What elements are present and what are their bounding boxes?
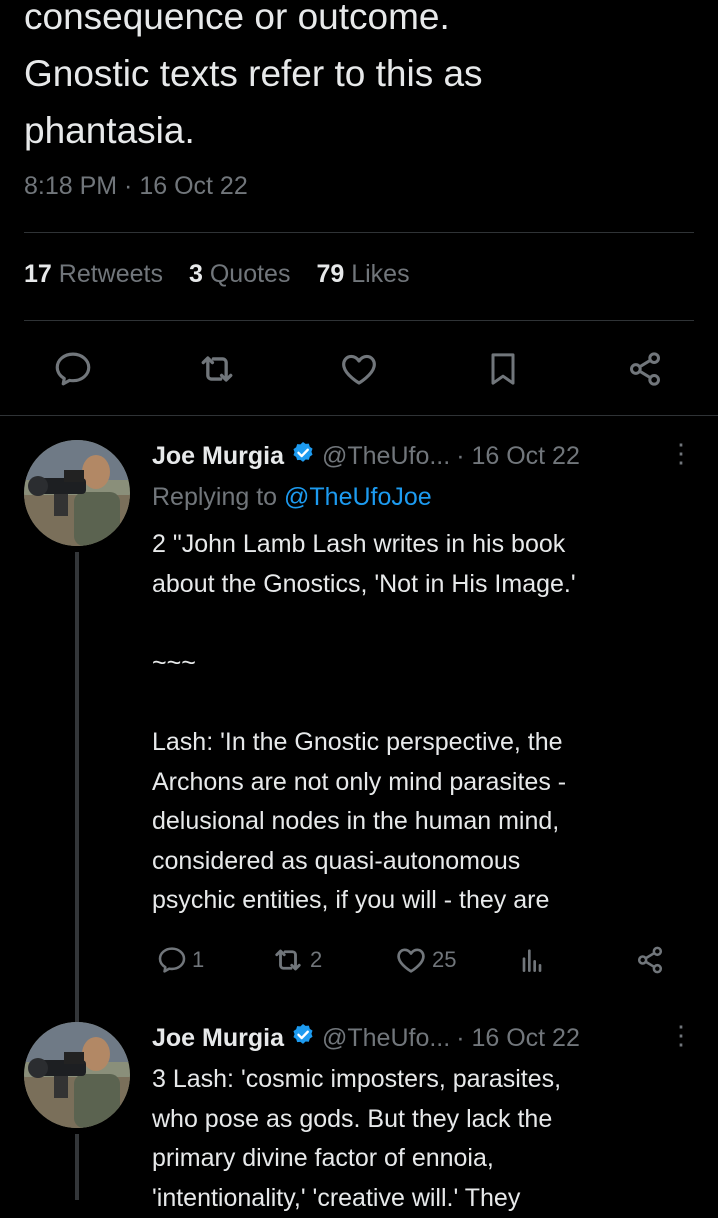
quotes-count: 3: [188, 260, 203, 288]
tweet-text-line: phantasia.: [24, 110, 195, 151]
tweet-stats: 17 Retweets 3 Quotes 79 Likes: [24, 260, 410, 289]
reply-text-line: 'intentionality,' 'creative will.' They: [152, 1183, 521, 1212]
reply-text: 3 Lash: 'cosmic imposters, parasites, wh…: [152, 1060, 692, 1218]
retweets-stat[interactable]: 17 Retweets: [24, 260, 163, 289]
analytics-icon: [522, 949, 542, 972]
replying-to-link[interactable]: @TheUfoJoe: [284, 483, 432, 511]
reply-text-line: 3 Lash: 'cosmic imposters, parasites,: [152, 1065, 562, 1093]
likes-stat[interactable]: 79 Likes: [316, 260, 409, 289]
divider: [24, 320, 694, 321]
reply-text-line: Lash: 'In the Gnostic perspective, the: [152, 727, 563, 756]
reply-icon: [55, 352, 91, 386]
likes-count: 79: [316, 260, 345, 288]
quotes-label: Quotes: [209, 260, 291, 288]
reply-text-line: considered as quasi-autonomous: [152, 846, 521, 875]
replying-to: Replying to @TheUfoJoe: [152, 483, 432, 512]
reply-text-line: psychic entities, if you will - they are: [152, 886, 550, 915]
retweet-icon: [201, 356, 233, 382]
reply-text-line: delusional nodes in the human mind,: [152, 807, 560, 836]
tweet-text-line: consequence or outcome.: [24, 0, 450, 37]
avatar[interactable]: [24, 1022, 130, 1128]
reply-count: 1: [192, 947, 205, 972]
author-name[interactable]: Joe Murgia: [152, 442, 284, 471]
thread-line: [75, 552, 79, 1062]
retweets-label: Retweets: [58, 260, 163, 288]
retweets-count: 17: [24, 260, 52, 288]
more-icon[interactable]: ⋮: [668, 1020, 694, 1051]
retweet-button[interactable]: [192, 344, 242, 394]
tweet-text-line: Gnostic texts refer to this as: [24, 53, 483, 94]
tweet-action-bar: [0, 344, 718, 394]
reply-text-line: who pose as gods. But they lack the: [152, 1104, 553, 1133]
more-icon[interactable]: ⋮: [668, 438, 694, 469]
reply-text-line: [152, 604, 692, 644]
reply-date[interactable]: · 16 Oct 22: [456, 1024, 580, 1053]
reply-button[interactable]: 1: [156, 940, 204, 980]
like-button[interactable]: [334, 344, 384, 394]
like-icon: [397, 948, 425, 973]
like-button[interactable]: 25: [394, 940, 456, 980]
replying-prefix: Replying to: [152, 483, 278, 511]
bookmark-button[interactable]: [478, 344, 528, 394]
verified-icon: [290, 1022, 316, 1055]
author-handle[interactable]: @TheUfo...: [322, 1024, 450, 1053]
share-button[interactable]: [634, 940, 666, 980]
reply-icon: [158, 947, 186, 973]
reply-text-line: about the Gnostics, 'Not in His Image.': [152, 569, 576, 598]
like-icon: [342, 354, 376, 385]
author-name[interactable]: Joe Murgia: [152, 1024, 284, 1053]
reply-text-line: primary divine factor of ennoia,: [152, 1144, 494, 1173]
reply-header: Joe Murgia @TheUfo... · 16 Oct 22: [152, 440, 580, 473]
tweet-text: consequence or outcome. Gnostic texts re…: [24, 0, 704, 159]
share-icon: [630, 352, 660, 386]
reply-text-line: Archons are not only mind parasites -: [152, 767, 567, 796]
reply-text: 2 "John Lamb Lash writes in his book abo…: [152, 525, 692, 921]
divider: [0, 415, 718, 416]
bookmark-icon: [491, 353, 515, 385]
reply-text-line: [152, 683, 692, 723]
like-count: 25: [432, 947, 457, 972]
share-icon: [637, 946, 663, 974]
quotes-stat[interactable]: 3 Quotes: [189, 260, 290, 289]
tweet-timestamp[interactable]: 8:18 PM · 16 Oct 22: [24, 172, 248, 201]
divider: [24, 232, 694, 233]
analytics-button[interactable]: [516, 940, 548, 980]
reply-header: Joe Murgia @TheUfo... · 16 Oct 22: [152, 1022, 580, 1055]
thread-line: [75, 1134, 79, 1200]
retweet-icon: [275, 949, 301, 971]
share-button[interactable]: [620, 344, 670, 394]
reply-date[interactable]: · 16 Oct 22: [456, 442, 580, 471]
avatar[interactable]: [24, 440, 130, 546]
retweet-button[interactable]: 2: [270, 940, 322, 980]
author-handle[interactable]: @TheUfo...: [322, 442, 450, 471]
reply-action-bar: 1 2 25: [0, 940, 718, 980]
retweet-count: 2: [310, 947, 323, 972]
likes-label: Likes: [351, 260, 410, 288]
reply-text-line: 2 "John Lamb Lash writes in his book: [152, 530, 566, 558]
reply-text-line: ~~~: [152, 648, 196, 677]
reply-button[interactable]: [48, 344, 98, 394]
verified-icon: [290, 440, 316, 473]
